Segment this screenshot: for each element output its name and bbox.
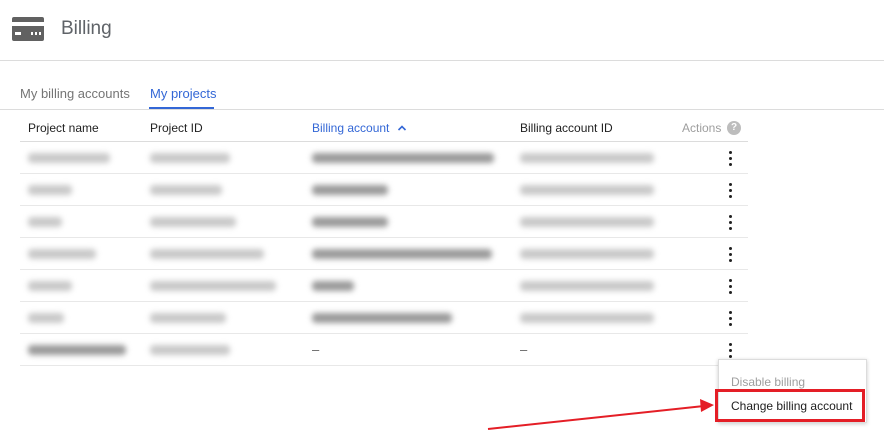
credit-card-icon	[12, 17, 44, 41]
page-header: Billing	[0, 0, 884, 61]
table-row: – –	[20, 334, 748, 366]
redacted-billing-account	[312, 249, 492, 259]
table-row	[20, 238, 748, 270]
redacted-billing-account	[312, 153, 494, 163]
table-header: Project name Project ID Billing account …	[20, 112, 748, 142]
projects-table: Project name Project ID Billing account …	[20, 112, 748, 366]
table-row	[20, 174, 748, 206]
redacted-billing-account-id	[520, 217, 654, 227]
redacted-billing-account	[312, 313, 452, 323]
billing-account-value: –	[312, 342, 320, 357]
redacted-project-name	[28, 153, 110, 163]
redacted-project-name	[28, 281, 72, 291]
column-header-billing-account[interactable]: Billing account	[312, 121, 407, 135]
table-row	[20, 206, 748, 238]
redacted-project-id	[150, 185, 222, 195]
column-header-project-id[interactable]: Project ID	[150, 121, 203, 135]
help-icon[interactable]: ?	[727, 121, 741, 135]
redacted-project-name	[28, 249, 96, 259]
redacted-project-id	[150, 313, 226, 323]
row-actions-menu-icon[interactable]	[722, 340, 740, 360]
redacted-billing-account-id	[520, 185, 654, 195]
disable-billing-menu-item[interactable]: Disable billing	[731, 375, 805, 389]
redacted-billing-account	[312, 185, 388, 195]
tab-my-billing-accounts[interactable]: My billing accounts	[20, 86, 130, 102]
table-row	[20, 142, 748, 174]
highlight-box	[715, 389, 865, 422]
row-actions-menu-icon[interactable]	[722, 212, 740, 232]
active-tab-indicator	[149, 107, 214, 109]
redacted-billing-account-id	[520, 153, 654, 163]
column-header-billing-account-id[interactable]: Billing account ID	[520, 121, 613, 135]
row-actions-menu-icon[interactable]	[722, 308, 740, 328]
redacted-billing-account-id	[520, 313, 654, 323]
redacted-project-id	[150, 345, 230, 355]
billing-account-id-value: –	[520, 342, 528, 357]
row-actions-menu-icon[interactable]	[722, 148, 740, 168]
row-actions-menu-icon[interactable]	[722, 244, 740, 264]
redacted-project-name	[28, 345, 126, 355]
redacted-project-id	[150, 217, 236, 227]
redacted-project-id	[150, 249, 264, 259]
redacted-billing-account	[312, 281, 354, 291]
tab-my-projects[interactable]: My projects	[150, 86, 216, 102]
column-header-project-name[interactable]: Project name	[28, 121, 99, 135]
redacted-billing-account-id	[520, 281, 654, 291]
tab-bar: My billing accounts My projects	[0, 77, 884, 110]
sort-ascending-icon	[397, 125, 406, 131]
table-row	[20, 302, 748, 334]
table-row	[20, 270, 748, 302]
redacted-project-name	[28, 217, 62, 227]
column-header-billing-account-label: Billing account	[312, 121, 390, 135]
column-header-actions: Actions	[682, 121, 722, 135]
redacted-project-name	[28, 185, 72, 195]
redacted-project-id	[150, 153, 230, 163]
redacted-project-name	[28, 313, 64, 323]
redacted-billing-account-id	[520, 249, 654, 259]
redacted-billing-account	[312, 217, 388, 227]
row-actions-menu-icon[interactable]	[722, 276, 740, 296]
page-title: Billing	[61, 18, 112, 39]
redacted-project-id	[150, 281, 276, 291]
row-actions-menu-icon[interactable]	[722, 180, 740, 200]
